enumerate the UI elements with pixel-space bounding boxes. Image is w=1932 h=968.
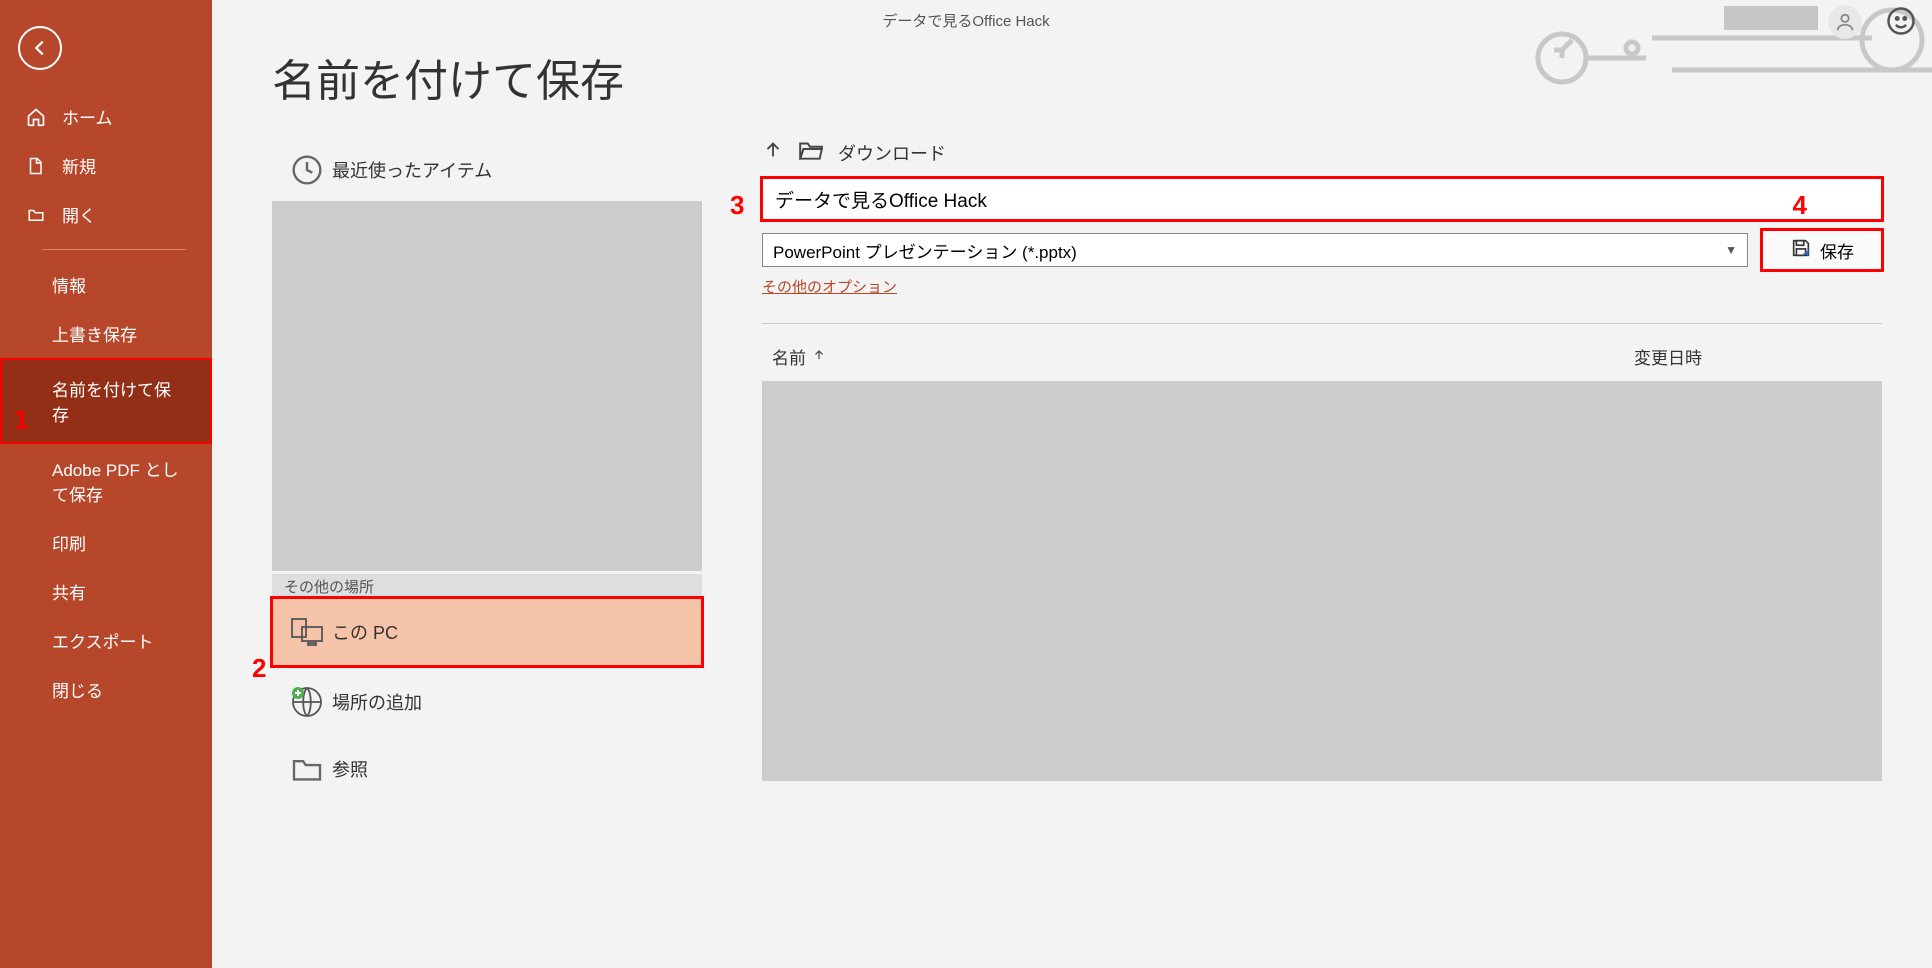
- filename-input[interactable]: [762, 178, 1882, 220]
- other-options-link[interactable]: その他のオプション: [762, 276, 897, 297]
- location-this-pc[interactable]: この PC: [272, 598, 702, 666]
- open-icon: [26, 206, 48, 224]
- main-panel: 名前を付けて保存 最近使ったアイテム その他の場所: [212, 0, 1932, 968]
- breadcrumb-text[interactable]: ダウンロード: [838, 140, 946, 166]
- divider: [762, 323, 1882, 324]
- back-button[interactable]: [18, 26, 62, 70]
- file-list-placeholder: [762, 381, 1882, 781]
- location-browse-label: 参照: [332, 756, 368, 782]
- nav-adobe-pdf[interactable]: Adobe PDF として保存: [0, 444, 212, 518]
- dropdown-caret-icon: ▼: [1725, 243, 1737, 257]
- locations-column: 最近使ったアイテム その他の場所 この PC: [272, 139, 702, 800]
- save-button[interactable]: 保存: [1762, 230, 1882, 270]
- add-place-icon: [282, 685, 332, 719]
- location-add-place-label: 場所の追加: [332, 689, 422, 715]
- save-area: ダウンロード PowerPoint プレゼンテーション (*.pptx) ▼ 保…: [762, 139, 1892, 800]
- callout-2: 2: [252, 653, 266, 684]
- nav-adobe-label: Adobe PDF として保存: [52, 456, 182, 506]
- nav-share[interactable]: 共有: [0, 567, 212, 616]
- folder-breadcrumb: ダウンロード: [762, 139, 1882, 166]
- nav-open[interactable]: 開く: [0, 190, 212, 239]
- location-add-place[interactable]: 場所の追加: [272, 666, 702, 738]
- col-name-label[interactable]: 名前: [772, 344, 806, 369]
- other-places-header: その他の場所: [272, 574, 702, 598]
- new-icon: [26, 156, 48, 176]
- callout-4: 4: [1793, 190, 1807, 221]
- col-date-label[interactable]: 変更日時: [1634, 344, 1702, 369]
- nav-export-label: エクスポート: [52, 628, 154, 653]
- up-folder-icon[interactable]: [762, 139, 784, 166]
- callout-3: 3: [730, 190, 744, 221]
- nav-open-label: 開く: [62, 202, 96, 227]
- browse-folder-icon: [282, 756, 332, 782]
- nav-save-as-label: 名前を付けて保存: [52, 376, 172, 426]
- callout-1: 1: [14, 405, 28, 436]
- page-title: 名前を付けて保存: [272, 45, 1892, 109]
- location-recent-label: 最近使ったアイテム: [332, 157, 492, 183]
- nav-save[interactable]: 上書き保存: [0, 309, 212, 358]
- nav-save-as[interactable]: 名前を付けて保存: [0, 358, 212, 444]
- nav-home[interactable]: ホーム: [0, 92, 212, 141]
- nav-export[interactable]: エクスポート: [0, 616, 212, 665]
- nav-print-label: 印刷: [52, 530, 86, 555]
- home-icon: [26, 107, 48, 127]
- this-pc-icon: [282, 617, 332, 647]
- nav-close[interactable]: 閉じる: [0, 665, 212, 714]
- filetype-value: PowerPoint プレゼンテーション (*.pptx): [773, 238, 1077, 263]
- save-disk-icon: [1790, 237, 1812, 264]
- location-browse[interactable]: 参照: [272, 738, 702, 800]
- nav-print[interactable]: 印刷: [0, 518, 212, 567]
- recent-items-placeholder: [272, 201, 702, 571]
- nav-info[interactable]: 情報: [0, 260, 212, 309]
- nav-share-label: 共有: [52, 579, 86, 604]
- nav-info-label: 情報: [52, 272, 86, 297]
- sort-asc-icon[interactable]: [812, 347, 826, 367]
- save-button-label: 保存: [1820, 238, 1854, 263]
- backstage-sidebar: ホーム 新規 開く 情報 上書き保存 名前を付けて保存 Adobe PDF とし…: [0, 0, 212, 968]
- nav-close-label: 閉じる: [52, 677, 103, 702]
- location-recent[interactable]: 最近使ったアイテム: [272, 139, 702, 201]
- folder-open-icon[interactable]: [798, 139, 824, 166]
- clock-icon: [282, 154, 332, 186]
- filetype-select[interactable]: PowerPoint プレゼンテーション (*.pptx) ▼: [762, 233, 1748, 267]
- location-this-pc-label: この PC: [332, 619, 398, 645]
- nav-save-label: 上書き保存: [52, 321, 137, 346]
- file-list-header: 名前 変更日時: [762, 344, 1882, 381]
- nav-new[interactable]: 新規: [0, 141, 212, 190]
- nav-new-label: 新規: [62, 153, 96, 178]
- nav-home-label: ホーム: [62, 104, 113, 129]
